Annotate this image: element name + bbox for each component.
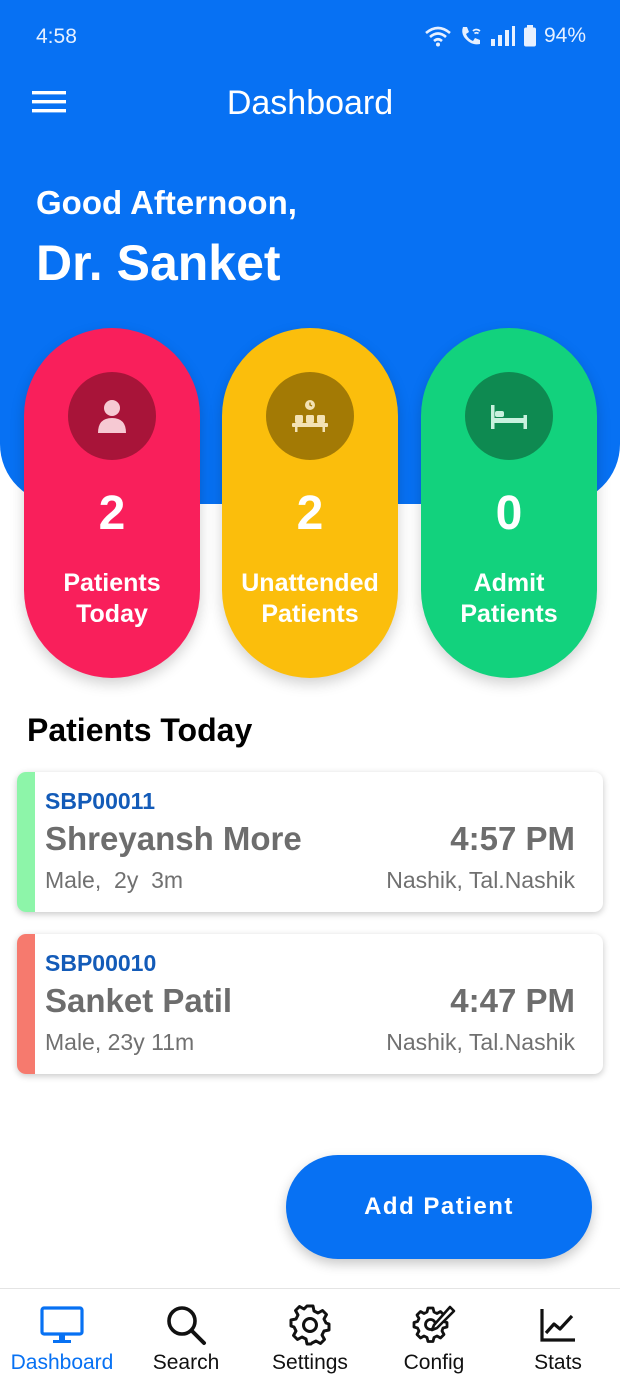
nav-label: Search — [152, 1351, 220, 1374]
bottom-nav: Dashboard Search Settings Config Stats — [0, 1288, 620, 1386]
status-bar: 4:58 94% — [0, 0, 620, 74]
status-stripe — [17, 772, 35, 912]
signal-icon — [490, 25, 516, 47]
add-patient-button[interactable]: Add Patient — [286, 1155, 592, 1259]
patient-card[interactable]: SBP00010 Sanket Patil 4:47 PM Male, 23y … — [17, 934, 603, 1074]
greeting-text: Good Afternoon, — [36, 184, 297, 221]
patient-name: Shreyansh More — [45, 820, 302, 857]
wifi-icon — [424, 25, 452, 47]
nav-item-search[interactable]: Search — [124, 1289, 248, 1386]
doctor-name: Dr. Sanket — [36, 235, 281, 291]
patient-location: Nashik, Tal.Nashik — [386, 1029, 575, 1055]
patient-location: Nashik, Tal.Nashik — [386, 867, 575, 893]
stat-count: 2 — [296, 487, 324, 540]
person-icon — [68, 372, 156, 460]
stat-card-admit[interactable]: 0 Admit Patients — [421, 328, 597, 678]
status-stripe — [17, 934, 35, 1074]
waiting-room-icon — [266, 372, 354, 460]
nav-label: Stats — [534, 1351, 582, 1374]
search-icon — [164, 1303, 208, 1347]
status-icons: 94% — [424, 24, 586, 48]
stat-count: 2 — [98, 487, 126, 540]
patient-name: Sanket Patil — [45, 982, 233, 1019]
patient-time: 4:47 PM — [450, 982, 575, 1019]
wifi-call-icon — [459, 25, 483, 47]
nav-item-config[interactable]: Config — [372, 1289, 496, 1386]
nav-item-settings[interactable]: Settings — [248, 1289, 372, 1386]
bed-icon — [465, 372, 553, 460]
page-title: Dashboard — [226, 84, 394, 122]
nav-item-dashboard[interactable]: Dashboard — [0, 1289, 124, 1386]
stat-card-patients-today[interactable]: 2 Patients Today — [24, 328, 200, 678]
battery-icon — [523, 25, 537, 47]
stat-card-unattended[interactable]: 2 Unattended Patients — [222, 328, 398, 678]
nav-item-stats[interactable]: Stats — [496, 1289, 620, 1386]
nav-label: Dashboard — [10, 1351, 114, 1374]
stat-count: 0 — [495, 487, 523, 540]
stat-label: Admit Patients — [460, 569, 558, 628]
nav-label: Config — [403, 1351, 465, 1374]
stat-label: Patients Today — [63, 569, 161, 628]
chart-icon — [536, 1303, 580, 1347]
stat-label: Unattended Patients — [241, 569, 379, 628]
gear-icon — [288, 1303, 332, 1347]
status-time: 4:58 — [36, 25, 77, 48]
patient-id: SBP00011 — [45, 788, 155, 814]
config-icon — [412, 1303, 456, 1347]
patient-card[interactable]: SBP00011 Shreyansh More 4:57 PM Male, 2y… — [17, 772, 603, 912]
patient-time: 4:57 PM — [450, 820, 575, 857]
nav-label: Settings — [272, 1351, 348, 1374]
patient-meta: Male, 2y 3m — [45, 867, 184, 893]
monitor-icon — [40, 1303, 84, 1347]
patient-id: SBP00010 — [45, 950, 157, 976]
battery-percent: 94% — [543, 24, 586, 47]
patient-meta: Male, 23y 11m — [45, 1029, 195, 1055]
section-title: Patients Today — [27, 712, 253, 748]
